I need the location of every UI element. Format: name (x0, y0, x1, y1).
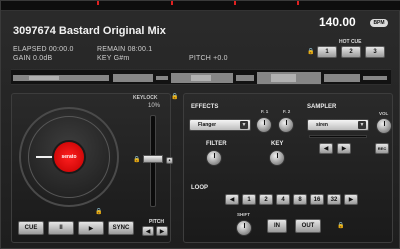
bpm-readout: 140.00 (319, 15, 356, 29)
chevron-down-icon: ▼ (240, 121, 248, 129)
sampler-prev-button[interactable]: ◀ (319, 143, 333, 154)
loop-size-32-button[interactable]: 32 (327, 194, 341, 205)
sampler-progress-bar (309, 135, 367, 138)
chevron-down-icon: ▼ (358, 121, 366, 129)
loop-size-2-button[interactable]: 2 (259, 194, 273, 205)
effects-selected-value: Flanger (198, 122, 217, 128)
loop-in-button[interactable]: IN (267, 219, 287, 233)
elapsed-time: ELAPSED 00:00.0 (13, 46, 74, 53)
fx-2-label: F. 2 (283, 109, 291, 114)
lock-icon[interactable]: 🔒 (307, 49, 314, 56)
play-button[interactable]: ▶ (78, 221, 104, 235)
sync-button[interactable]: SYNC (108, 221, 134, 235)
lock-icon[interactable]: 🔒 (337, 223, 344, 230)
fx-2-knob[interactable] (278, 117, 294, 133)
filter-label: FILTER (206, 141, 227, 147)
pitch-nudge-left-button[interactable]: ◀ (142, 226, 154, 236)
hotcue-button-2[interactable]: 2 (341, 46, 361, 58)
hotcue-button-1[interactable]: 1 (317, 46, 337, 58)
sampler-selected-value: siren (316, 122, 328, 128)
sampler-rec-button[interactable]: REC (375, 143, 389, 154)
pitch-nudge-right-button[interactable]: ▶ (156, 226, 168, 236)
effects-label: EFFECTS (191, 104, 219, 110)
sampler-vol-label: VOL (379, 111, 389, 116)
deck-panel: 3097674 Bastard Original Mix ELAPSED 00:… (0, 0, 400, 249)
fx-sampler-loop-panel (183, 93, 393, 243)
sampler-volume-knob[interactable] (376, 118, 392, 134)
pitch-reset-button[interactable]: • (166, 157, 173, 164)
pitch-readout: PITCH +0.0 (189, 55, 228, 62)
filter-knob[interactable] (206, 150, 222, 166)
platter-center-label: serato (52, 140, 86, 174)
loop-prev-button[interactable]: ◀ (225, 194, 239, 205)
key-label: KEY (271, 141, 284, 147)
gain-readout: GAIN 0.0dB (13, 55, 53, 62)
remain-time: REMAIN 08:00.1 (97, 46, 153, 53)
pitch-label: PITCH (149, 219, 164, 225)
loop-label: LOOP (191, 185, 209, 191)
key-knob[interactable] (269, 150, 285, 166)
hotcue-label: HOT CUE (339, 39, 362, 45)
meter-tick (297, 1, 299, 5)
meter-tick (234, 1, 236, 5)
bpm-tag: BPM (370, 19, 388, 27)
cue-button[interactable]: CUE (18, 221, 44, 235)
meter-tick (171, 1, 173, 5)
track-title: 3097674 Bastard Original Mix (13, 25, 166, 37)
hotcue-button-3[interactable]: 3 (365, 46, 385, 58)
loop-size-1-button[interactable]: 1 (242, 194, 256, 205)
loop-out-button[interactable]: OUT (295, 219, 321, 233)
top-meter-strip (1, 1, 400, 11)
waveform-graphic (13, 72, 387, 84)
lock-icon[interactable]: 🔒 (133, 157, 140, 164)
loop-size-8-button[interactable]: 8 (293, 194, 307, 205)
waveform-overview[interactable] (11, 69, 391, 85)
effects-select[interactable]: Flanger ▼ (189, 119, 251, 131)
loop-size-4-button[interactable]: 4 (276, 194, 290, 205)
sampler-next-button[interactable]: ▶ (337, 143, 351, 154)
meter-tick (97, 1, 99, 5)
keylock-lock-icon[interactable]: 🔒 (171, 94, 178, 101)
sampler-select[interactable]: siren ▼ (307, 119, 369, 131)
pause-button[interactable]: II (48, 221, 74, 235)
fx-1-label: F. 1 (261, 109, 269, 114)
key-readout: KEY G#m (97, 55, 130, 62)
pitch-slider-handle[interactable] (143, 155, 163, 163)
fx-1-knob[interactable] (256, 117, 272, 133)
pitch-range-label: 10% (148, 103, 161, 109)
shift-label: SHIFT (237, 212, 250, 217)
keylock-label: KEYLOCK (133, 95, 158, 101)
loop-next-button[interactable]: ▶ (344, 194, 358, 205)
sampler-label: SAMPLER (307, 104, 337, 110)
shift-knob[interactable] (236, 220, 252, 236)
lock-icon[interactable]: 🔒 (95, 209, 102, 216)
loop-size-16-button[interactable]: 16 (310, 194, 324, 205)
